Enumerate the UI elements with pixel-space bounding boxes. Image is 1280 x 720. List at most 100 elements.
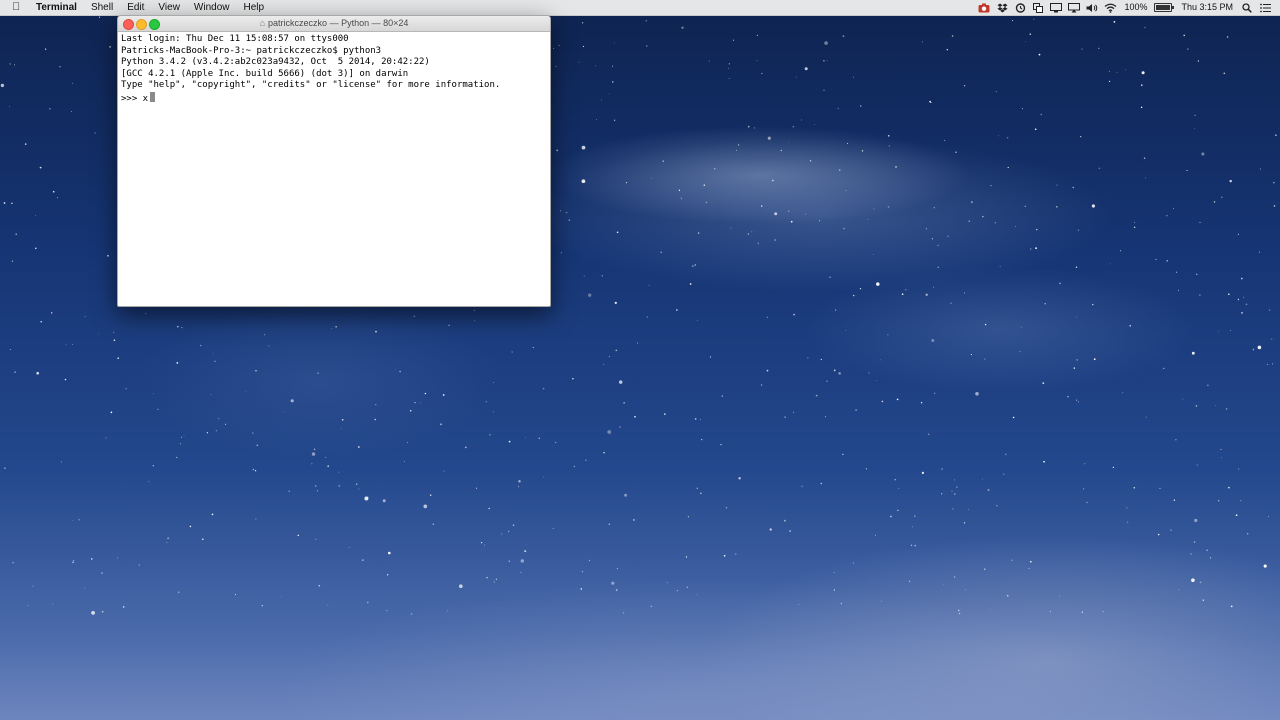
star — [98, 332, 100, 334]
sync-icon[interactable] — [1011, 0, 1029, 15]
star — [951, 490, 953, 492]
spotlight-search-icon[interactable] — [1238, 0, 1256, 15]
display-icon[interactable] — [1047, 0, 1065, 15]
star — [1190, 553, 1192, 555]
apple-menu-icon[interactable]:  — [12, 0, 32, 15]
star — [1109, 263, 1111, 265]
home-folder-icon: ⌂ — [259, 18, 266, 28]
star — [662, 160, 664, 162]
star — [268, 345, 270, 347]
terminal-line: Patricks-MacBook-Pro-3:~ patrickczeczko$… — [121, 45, 382, 56]
star — [520, 559, 524, 563]
star — [666, 582, 668, 584]
star — [603, 363, 605, 365]
star — [1221, 196, 1223, 198]
star — [122, 606, 125, 608]
star — [1003, 473, 1005, 475]
star — [838, 372, 841, 375]
star — [952, 508, 954, 510]
star — [784, 416, 786, 418]
star — [676, 590, 679, 592]
star — [474, 320, 476, 322]
menu-edit[interactable]: Edit — [120, 0, 151, 15]
star — [486, 576, 488, 579]
star — [1092, 303, 1094, 306]
star — [801, 119, 802, 121]
menu-window[interactable]: Window — [187, 0, 237, 15]
star — [843, 227, 845, 230]
star — [0, 83, 5, 88]
star — [1116, 72, 1118, 73]
star — [1133, 226, 1136, 229]
star — [32, 585, 34, 587]
menu-shell[interactable]: Shell — [84, 0, 120, 15]
star — [1143, 157, 1146, 159]
star — [1112, 466, 1115, 469]
star — [1133, 487, 1136, 489]
star — [311, 463, 313, 465]
star — [1163, 367, 1165, 369]
star — [747, 125, 750, 128]
star — [105, 437, 107, 439]
python-prompt-line[interactable]: >>> x — [121, 91, 547, 104]
star — [721, 395, 724, 397]
star — [1194, 128, 1195, 129]
star — [766, 369, 769, 372]
star — [650, 605, 653, 608]
airplay-icon[interactable] — [1065, 0, 1083, 15]
terminal-content[interactable]: Last login: Thu Dec 11 15:08:57 on ttys0… — [118, 32, 550, 105]
star — [409, 409, 412, 412]
star — [780, 149, 782, 152]
menu-help[interactable]: Help — [237, 0, 272, 15]
star — [167, 537, 169, 539]
volume-icon[interactable] — [1083, 0, 1101, 15]
star — [512, 524, 515, 526]
star — [895, 166, 897, 168]
star — [735, 553, 737, 555]
star — [694, 418, 697, 420]
menu-view[interactable]: View — [151, 0, 187, 15]
star — [1007, 166, 1009, 169]
star — [930, 101, 932, 104]
star — [701, 438, 703, 441]
battery-icon[interactable] — [1154, 3, 1175, 12]
star — [955, 151, 957, 153]
star — [595, 119, 597, 121]
app-menu-terminal[interactable]: Terminal — [32, 0, 84, 15]
star — [485, 401, 487, 403]
wifi-icon[interactable] — [1101, 0, 1119, 15]
star — [1177, 289, 1180, 291]
star — [348, 547, 350, 548]
star — [1199, 294, 1201, 296]
star — [314, 485, 317, 487]
star — [824, 416, 826, 418]
terminal-window[interactable]: ⌂ patrickczeczko — Python — 80×24 Last lo… — [117, 15, 551, 307]
star — [920, 401, 923, 404]
star — [845, 330, 847, 331]
star — [375, 330, 377, 333]
battery-percent[interactable]: 100% — [1119, 0, 1152, 15]
star — [637, 342, 638, 344]
notification-center-icon[interactable] — [1256, 0, 1274, 15]
star — [603, 452, 605, 454]
star — [887, 334, 889, 336]
star — [254, 470, 257, 472]
star — [24, 143, 27, 145]
star — [1126, 508, 1128, 510]
star — [65, 344, 67, 346]
star — [790, 220, 793, 223]
dropbox-icon[interactable] — [993, 0, 1011, 15]
star — [1159, 487, 1161, 489]
star — [956, 486, 958, 488]
camera-icon[interactable] — [975, 0, 993, 15]
battery-level-fill — [1156, 5, 1171, 10]
star — [36, 371, 40, 375]
copy-icon[interactable] — [1029, 0, 1047, 15]
star — [1129, 324, 1131, 327]
star — [1042, 382, 1045, 384]
terminal-titlebar[interactable]: ⌂ patrickczeczko — Python — 80×24 — [118, 16, 550, 32]
star — [446, 610, 448, 612]
star — [420, 402, 422, 404]
menubar-clock[interactable]: Thu 3:15 PM — [1176, 0, 1238, 15]
star — [480, 541, 483, 544]
